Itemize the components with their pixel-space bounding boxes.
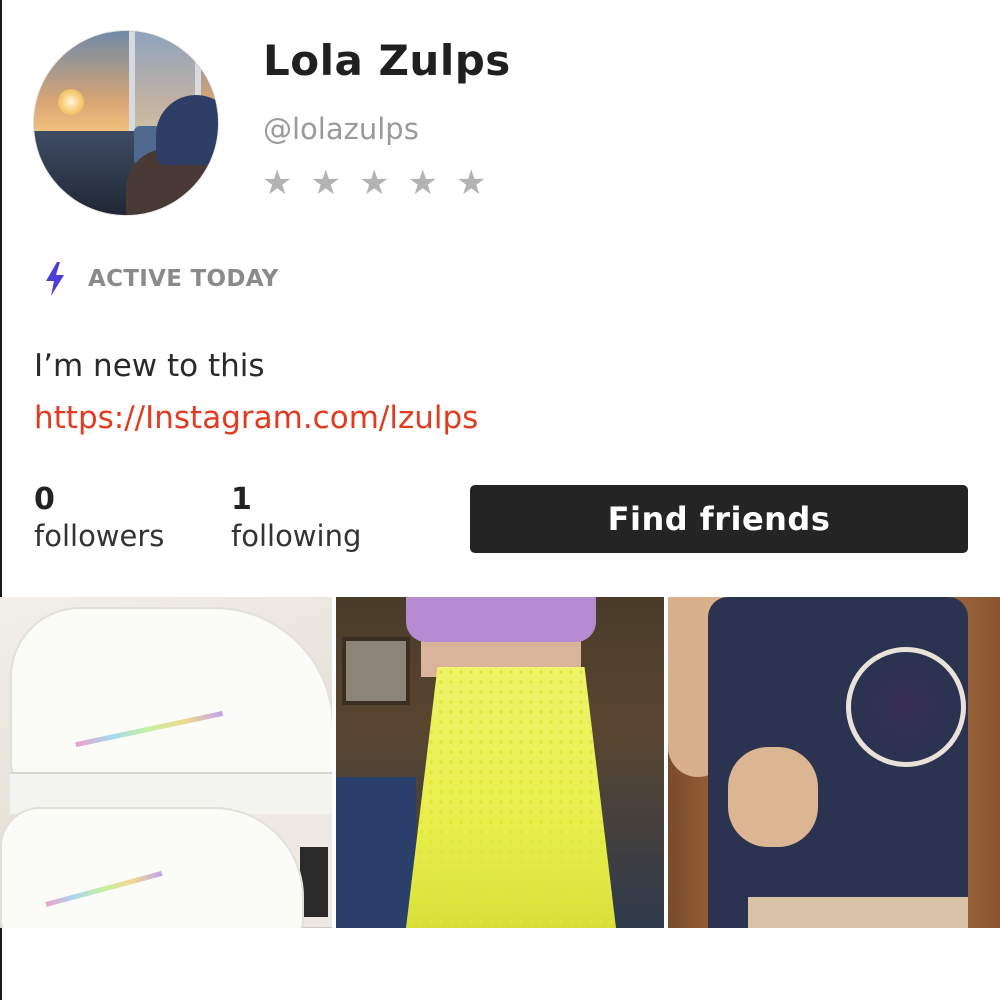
following-count: 1 (231, 482, 252, 517)
avatar[interactable] (34, 31, 218, 215)
star-icon: ★ (407, 163, 438, 203)
find-friends-button[interactable]: Find friends (470, 485, 968, 553)
followers-count: 0 (34, 482, 55, 517)
waistband (748, 897, 968, 928)
star-icon: ★ (310, 163, 341, 203)
activity-label: ACTIVE TODAY (88, 266, 279, 292)
star-icon: ★ (455, 163, 487, 203)
lightning-bolt-icon (46, 262, 64, 296)
following-label: following (231, 519, 362, 553)
purple-top (406, 597, 596, 642)
following-stat[interactable]: 1 following (231, 482, 361, 553)
followers-stat[interactable]: 0 followers (34, 482, 164, 553)
hand-on-hip (728, 747, 818, 847)
wall-frame (342, 637, 410, 705)
activity-status: ACTIVE TODAY (44, 262, 279, 296)
yellow-eyelet-skirt (406, 667, 616, 928)
star-icon: ★ (358, 163, 390, 203)
followers-label: followers (34, 519, 165, 553)
rating-stars[interactable]: ★ ★ ★ ★ ★ (262, 166, 486, 200)
listing-photo-navy-tee[interactable] (668, 597, 1000, 928)
listing-photo-yellow-skirt[interactable] (336, 597, 664, 928)
shoe-box-label (300, 847, 328, 917)
star-icon: ★ (262, 163, 293, 203)
profile-bio: I’m new to this (34, 348, 265, 384)
profile-name: Lola Zulps (263, 36, 511, 85)
instagram-link[interactable]: https://Instagram.com/lzulps (34, 400, 478, 436)
listing-grid (0, 597, 1000, 928)
background-jacket (336, 777, 416, 928)
listing-photo-sneakers[interactable] (0, 597, 332, 928)
zodiac-graphic (846, 647, 966, 767)
avatar-sun (58, 89, 84, 115)
profile-handle: @lolazulps (263, 112, 419, 146)
